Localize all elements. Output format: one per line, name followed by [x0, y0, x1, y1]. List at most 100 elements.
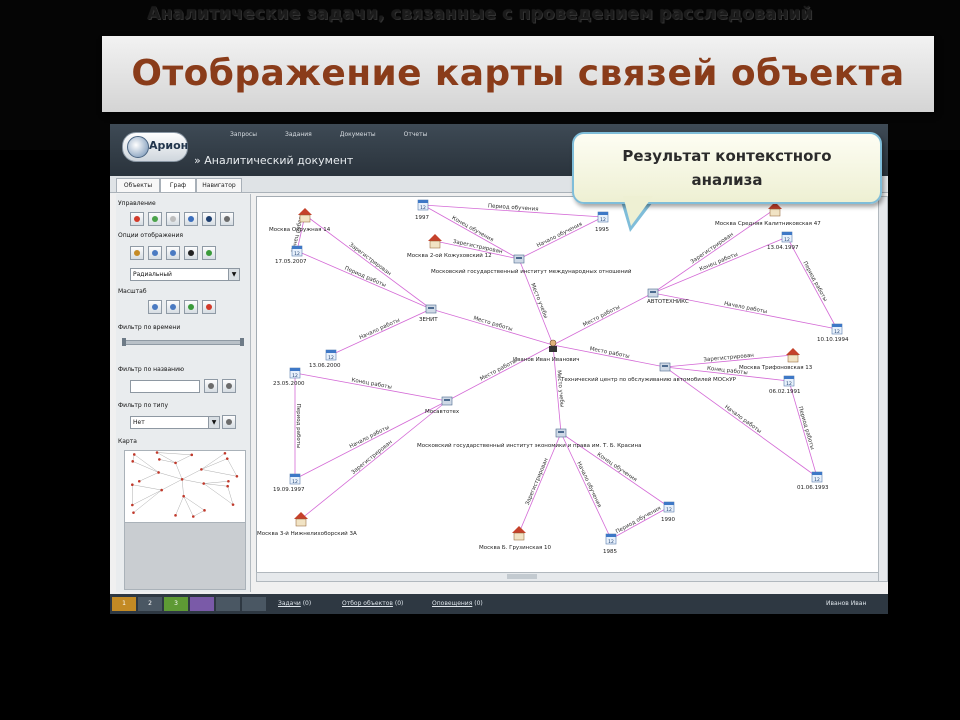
graph-node-org[interactable]: [513, 254, 525, 264]
graph-node-date[interactable]: 12: [325, 349, 337, 361]
graph-edge: [294, 372, 448, 402]
graph-node-house[interactable]: [512, 526, 526, 541]
control-label: Управление: [118, 200, 156, 207]
svg-text:12: 12: [834, 329, 840, 335]
graph-node-date[interactable]: 12: [831, 323, 843, 335]
graph-edge-label: Начало обучения: [536, 221, 583, 249]
globe-button[interactable]: [184, 212, 198, 226]
status-page-2[interactable]: 2: [138, 597, 162, 611]
graph-node-date[interactable]: 12: [781, 231, 793, 243]
graph-node-date[interactable]: 12: [605, 533, 617, 545]
status-exit-icon[interactable]: [242, 597, 266, 611]
minimap-node: [131, 460, 135, 463]
graph-node-label: Москва Окружная 14: [269, 227, 331, 233]
status-page-extra[interactable]: [190, 597, 214, 611]
graph-node-person[interactable]: [549, 339, 557, 352]
type-filter-select[interactable]: Нет ▼: [130, 416, 220, 429]
layout-select[interactable]: Радиальный ▼: [130, 268, 240, 281]
minimap-empty-area: [124, 522, 246, 590]
status-home-icon[interactable]: [216, 597, 240, 611]
layout-button-4[interactable]: [184, 246, 198, 260]
graph-node-org[interactable]: [647, 288, 659, 298]
graph-node-org[interactable]: [441, 396, 453, 406]
minimap-edge: [132, 484, 162, 491]
minimap-edge: [158, 472, 183, 480]
type-filter-apply-button[interactable]: [222, 415, 236, 429]
nav-item-reports[interactable]: Отчеты: [404, 131, 428, 138]
minimap-graph: [131, 451, 239, 518]
graph-node-label: 19.09.1997: [273, 487, 305, 493]
refresh-button[interactable]: [130, 212, 144, 226]
minimap-edge: [156, 452, 176, 464]
graph-node-date[interactable]: 12: [783, 375, 795, 387]
minimap-edge: [201, 458, 228, 470]
graph-node-date[interactable]: 12: [663, 501, 675, 513]
horizontal-scrollbar[interactable]: [256, 572, 880, 582]
minimap-node: [180, 478, 184, 481]
minimap-node: [226, 484, 229, 488]
zoom-reset-button[interactable]: [202, 300, 216, 314]
graph-node-house[interactable]: [768, 202, 782, 217]
graph-edge-label: Период обучения: [615, 506, 662, 536]
graph-node-org[interactable]: [425, 304, 437, 314]
minimap[interactable]: [124, 450, 246, 524]
zoom-fit-button[interactable]: [184, 300, 198, 314]
filter-clear-button[interactable]: [222, 379, 236, 393]
time-filter-slider[interactable]: [124, 340, 244, 345]
graph-edge-label: Период работы: [295, 404, 301, 449]
graph-node-label: Москва Трифоновская 13: [739, 365, 813, 371]
layout-button-2[interactable]: [148, 246, 162, 260]
graph-node-date[interactable]: 12: [417, 199, 429, 211]
graph-node-house[interactable]: [294, 512, 308, 527]
pointer-button[interactable]: [220, 212, 234, 226]
play-button[interactable]: [202, 212, 216, 226]
graph-node-org[interactable]: [555, 428, 567, 438]
status-tasks[interactable]: Задачи (0): [278, 600, 311, 607]
graph-node-house[interactable]: [786, 348, 800, 363]
status-page-1[interactable]: 1: [112, 597, 136, 611]
graph-node-org[interactable]: [659, 362, 671, 372]
graph-edge: [296, 250, 432, 310]
time-slider-start-handle[interactable]: [122, 338, 126, 346]
callout-tail-fill: [623, 196, 653, 226]
minimap-edge: [183, 496, 205, 511]
disabled-button[interactable]: [166, 212, 180, 226]
status-page-3[interactable]: 3: [164, 597, 188, 611]
graph-node-label: Технический центр по обслуживанию автомо…: [560, 376, 737, 383]
graph-node-label: 1997: [415, 215, 429, 221]
layout-button-5[interactable]: [202, 246, 216, 260]
tab-graph[interactable]: Граф: [160, 178, 196, 192]
callout-text: Результат контекстного анализа: [574, 144, 880, 192]
minimap-edge: [182, 469, 202, 480]
nav-item-documents[interactable]: Документы: [340, 131, 376, 138]
tab-objects[interactable]: Объекты: [116, 178, 160, 192]
filter-apply-button[interactable]: [204, 379, 218, 393]
graph-node-house[interactable]: [428, 234, 442, 249]
graph-edge: [300, 400, 448, 520]
graph-node-date[interactable]: 12: [291, 245, 303, 257]
nav-item-requests[interactable]: Запросы: [230, 131, 257, 138]
zoom-in-button[interactable]: [148, 300, 162, 314]
reload-button[interactable]: [148, 212, 162, 226]
minimap-node: [202, 482, 206, 485]
vertical-scrollbar[interactable]: [878, 196, 888, 582]
status-user[interactable]: Иванов Иван: [826, 600, 866, 607]
tab-navigator[interactable]: Навигатор: [196, 178, 242, 192]
graph-node-house[interactable]: [298, 208, 312, 223]
graph-node-date[interactable]: 12: [811, 471, 823, 483]
status-object-selection[interactable]: Отбор объектов (0): [342, 600, 403, 607]
nav-item-tasks[interactable]: Задания: [285, 131, 312, 138]
name-filter-input[interactable]: [130, 380, 200, 393]
time-slider-end-handle[interactable]: [240, 338, 244, 346]
graph-node-date[interactable]: 12: [289, 367, 301, 379]
graph-node-date[interactable]: 12: [289, 473, 301, 485]
horizontal-scroll-thumb[interactable]: [507, 574, 537, 579]
minimap-edge: [193, 510, 205, 517]
graph-node-label: Москва 3-й Нижнелихоборский 3А: [257, 530, 357, 537]
graph-node-date[interactable]: 12: [597, 211, 609, 223]
status-alerts[interactable]: Оповещения (0): [432, 600, 483, 607]
layout-button-1[interactable]: [130, 246, 144, 260]
graph-canvas[interactable]: Место работы Место работы Место работы Мест…: [256, 196, 880, 574]
layout-button-3[interactable]: [166, 246, 180, 260]
zoom-out-button[interactable]: [166, 300, 180, 314]
